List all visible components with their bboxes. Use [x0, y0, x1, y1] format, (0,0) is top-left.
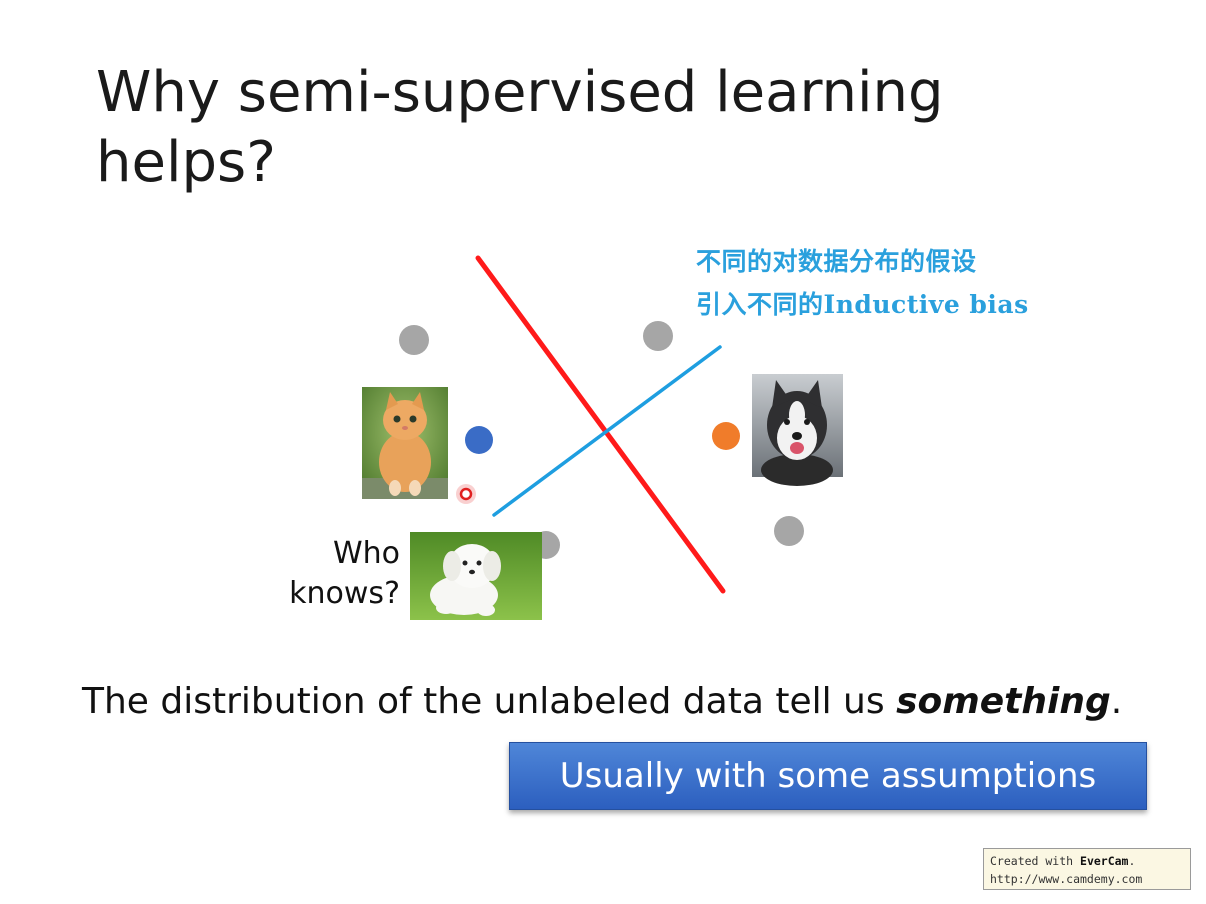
cat-photo — [362, 387, 448, 499]
annotation-line-1: 不同的对数据分布的假设 — [696, 247, 977, 276]
chinese-annotation: 不同的对数据分布的假设 引入不同的Inductive bias — [696, 240, 1029, 326]
pointer-dot-icon — [456, 484, 476, 504]
husky-photo — [752, 374, 843, 486]
watermark-created-prefix: Created with — [990, 854, 1081, 868]
statement-suffix: . — [1110, 681, 1123, 722]
watermark-url: http://www.camdemy.com — [990, 872, 1143, 886]
annotation-pointer-line — [492, 345, 722, 517]
annotation-line-2: 引入不同的Inductive bias — [696, 290, 1029, 319]
watermark-brand: EverCam — [1080, 854, 1129, 868]
unlabeled-point — [774, 516, 804, 546]
watermark-created-suffix: . — [1128, 854, 1136, 868]
evercam-watermark: Created with EverCam. http://www.camdemy… — [983, 848, 1191, 890]
statement-emphasis: something — [896, 681, 1111, 722]
cat-class-point — [465, 426, 493, 454]
who-knows-label: Who knows? — [289, 536, 400, 611]
distribution-statement: The distribution of the unlabeled data t… — [82, 678, 1192, 726]
unlabeled-point — [399, 325, 429, 355]
white-puppy-photo — [410, 532, 542, 620]
statement-prefix: The distribution of the unlabeled data t… — [82, 681, 897, 722]
dog-class-point — [712, 422, 740, 450]
assumptions-callout: Usually with some assumptions — [509, 742, 1147, 810]
unlabeled-point — [643, 321, 673, 351]
